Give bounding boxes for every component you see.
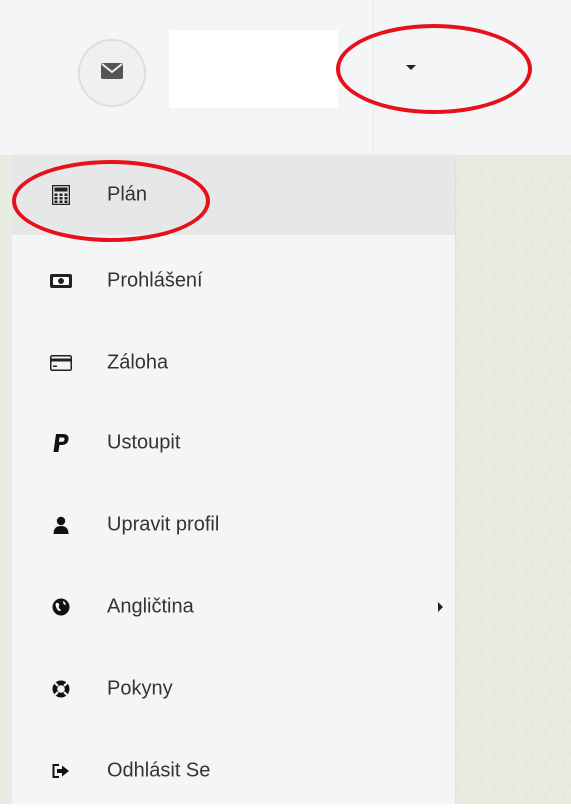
menu-item-prohlaseni[interactable]: Prohlášení	[12, 241, 455, 321]
page-background-edge	[0, 155, 12, 804]
globe-icon	[50, 596, 72, 618]
menu-item-anglictina[interactable]: Angličtina	[12, 567, 455, 647]
menu-item-label: Pokyny	[107, 677, 173, 700]
caret-right-icon	[438, 602, 443, 612]
menu-item-zaloha[interactable]: Záloha	[12, 323, 455, 403]
menu-item-label: Plán	[107, 183, 148, 206]
top-header	[0, 0, 571, 155]
user-icon	[50, 514, 72, 536]
menu-item-label: Ustoupit	[107, 431, 181, 454]
money-bill-icon	[50, 270, 72, 292]
menu-item-odhlasit-se[interactable]: Odhlásit Se	[12, 731, 455, 811]
menu-item-label: Angličtina	[107, 595, 194, 618]
menu-item-ustoupit[interactable]: Ustoupit	[12, 403, 455, 483]
account-dropdown-toggle[interactable]	[392, 52, 430, 82]
mail-avatar-button[interactable]	[78, 39, 146, 107]
menu-item-plan[interactable]: Plán	[12, 155, 455, 235]
menu-item-pokyny[interactable]: Pokyny	[12, 649, 455, 729]
caret-down-icon	[406, 64, 416, 70]
life-ring-icon	[50, 678, 72, 700]
header-divider	[373, 0, 374, 155]
paypal-icon	[50, 432, 72, 454]
sign-out-icon	[50, 760, 72, 782]
calculator-icon	[50, 184, 72, 206]
account-dropdown-menu: Plán Prohlášení Záloha Ustoupit Upravit …	[12, 155, 455, 804]
envelope-icon	[101, 62, 123, 84]
credit-card-icon	[50, 352, 72, 374]
menu-item-label: Prohlášení	[107, 269, 203, 292]
menu-item-upravit-profil[interactable]: Upravit profil	[12, 485, 455, 565]
menu-item-label: Záloha	[107, 351, 169, 374]
menu-item-label: Odhlásit Se	[107, 759, 211, 782]
menu-item-label: Upravit profil	[107, 513, 220, 536]
user-name-field[interactable]	[169, 30, 338, 108]
page-content-background	[455, 155, 571, 804]
